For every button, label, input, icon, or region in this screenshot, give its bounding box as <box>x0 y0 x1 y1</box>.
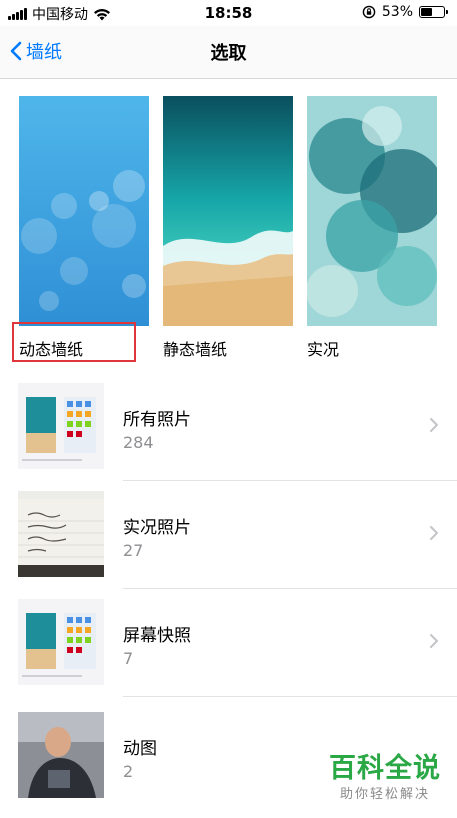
orientation-lock-icon <box>362 5 376 19</box>
album-thumbnail <box>18 491 104 577</box>
chevron-right-icon <box>430 634 438 648</box>
status-bar: 中国移动 18:58 53% <box>0 0 457 26</box>
album-count: 7 <box>123 649 134 668</box>
navigation-bar: 墙纸 选取 <box>0 26 457 79</box>
album-row-live-photos[interactable]: 实况照片 27 <box>0 491 457 597</box>
album-name: 屏幕快照 <box>123 626 191 646</box>
album-name: 实况照片 <box>123 518 191 538</box>
live-wallpaper-thumbnail[interactable] <box>307 96 437 326</box>
album-name: 动图 <box>123 739 157 759</box>
watermark-title: 百科全说 <box>329 753 441 784</box>
status-right: 53% <box>362 4 448 20</box>
album-name: 所有照片 <box>123 410 191 430</box>
highlight-box <box>12 322 136 362</box>
still-wallpaper-thumbnail[interactable] <box>163 96 293 326</box>
album-thumbnail <box>18 712 104 798</box>
chevron-right-icon <box>430 526 438 540</box>
page-title: 选取 <box>210 43 247 64</box>
battery-percent: 53% <box>381 4 413 20</box>
live-wallpaper-label: 实况 <box>307 340 340 359</box>
row-divider <box>123 588 457 589</box>
dynamic-wallpaper-thumbnail[interactable] <box>19 96 149 326</box>
album-count: 27 <box>123 541 144 560</box>
album-count: 284 <box>123 433 154 452</box>
album-row-screenshots[interactable]: 屏幕快照 7 <box>0 599 457 705</box>
row-divider <box>123 480 457 481</box>
watermark-subtitle: 助你轻松解决 <box>339 787 430 802</box>
album-thumbnail <box>18 383 104 469</box>
album-row-all-photos[interactable]: 所有照片 284 <box>0 383 457 489</box>
chevron-right-icon <box>430 418 438 432</box>
still-wallpaper-label: 静态墙纸 <box>163 340 228 359</box>
watermark-logo: 百科全说 助你轻松解决 <box>329 746 441 802</box>
album-count: 2 <box>123 762 134 781</box>
album-thumbnail <box>18 599 104 685</box>
battery-icon <box>419 6 448 18</box>
row-divider <box>123 696 457 697</box>
